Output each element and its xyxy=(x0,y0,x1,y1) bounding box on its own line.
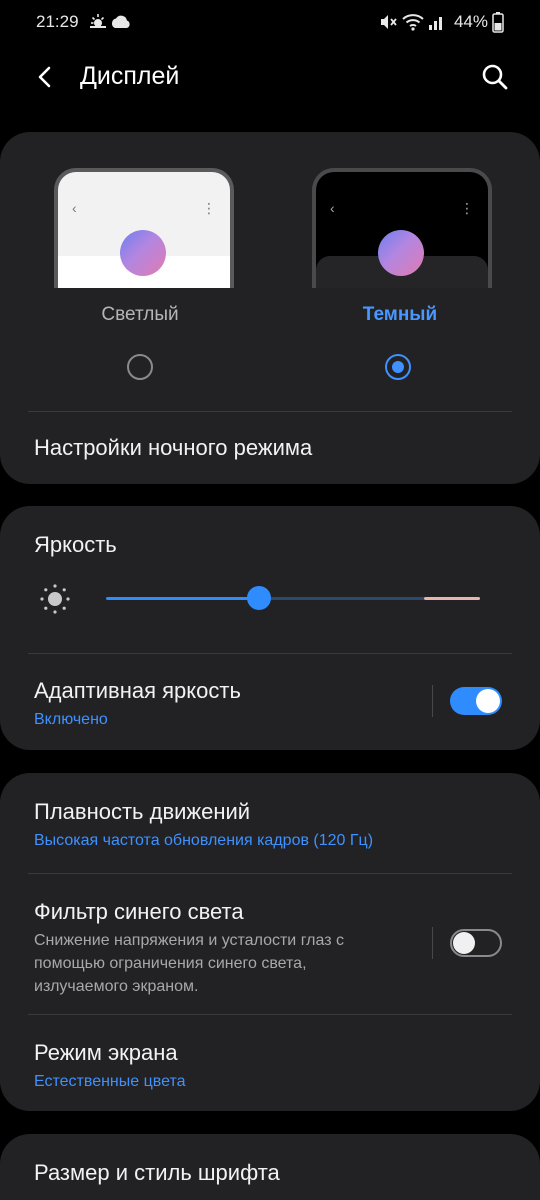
status-bar: 21:29 44% xyxy=(0,0,540,46)
cloud-icon xyxy=(111,15,130,28)
brightness-slider-fill xyxy=(106,597,259,600)
wifi-icon xyxy=(402,14,424,31)
status-icons: 44% xyxy=(378,10,504,34)
adaptive-brightness-status: Включено xyxy=(34,711,108,728)
preview-menu-icon: ⋮ xyxy=(460,200,474,216)
brightness-slider-rest xyxy=(259,597,424,600)
night-mode-settings[interactable]: Настройки ночного режима xyxy=(34,435,312,461)
screen-mode-value: Естественные цвета xyxy=(34,1073,186,1090)
sun-icon xyxy=(40,584,70,614)
page-title: Дисплей xyxy=(80,62,180,90)
brightness-title: Яркость xyxy=(34,532,117,557)
motion-smoothness-value: Высокая частота обновления кадров (120 Г… xyxy=(34,832,374,849)
font-card: Размер и стиль шрифта xyxy=(0,1134,540,1200)
light-theme-label: Светлый xyxy=(101,304,179,325)
brightness-extra-range xyxy=(424,597,480,600)
preview-gradient-circle xyxy=(378,230,424,276)
display-options-card: Плавность движений Высокая частота обнов… xyxy=(0,773,540,1111)
back-arrow-icon[interactable] xyxy=(28,60,62,94)
preview-menu-icon: ⋮ xyxy=(202,200,216,216)
font-size-style-title[interactable]: Размер и стиль шрифта xyxy=(34,1160,280,1186)
preview-gradient-circle xyxy=(120,230,166,276)
screen-mode-title[interactable]: Режим экрана xyxy=(34,1040,178,1066)
dark-theme-radio[interactable] xyxy=(385,354,411,380)
motion-smoothness-title[interactable]: Плавность движений xyxy=(34,799,250,825)
dark-theme-preview[interactable]: ‹ ⋮ xyxy=(312,168,492,288)
adaptive-brightness-title[interactable]: Адаптивная яркость xyxy=(34,678,241,704)
battery-percent: 44% xyxy=(453,12,488,31)
preview-back-icon: ‹ xyxy=(330,200,335,216)
light-theme-preview[interactable]: ‹ ⋮ xyxy=(54,168,234,288)
light-theme-radio[interactable] xyxy=(127,354,153,380)
blue-light-filter-toggle[interactable] xyxy=(450,929,502,957)
search-icon[interactable] xyxy=(478,60,512,94)
weather-sun-cloud-icon xyxy=(90,14,130,28)
preview-back-icon: ‹ xyxy=(72,200,77,216)
brightness-slider-track[interactable] xyxy=(106,597,480,600)
display-settings-screen: 21:29 44% Дисплей ‹ ⋮ ‹ ⋮ Светлый Темный… xyxy=(0,0,540,1200)
blue-light-filter-desc: Снижение напряжения и усталости глаз с п… xyxy=(34,932,345,995)
adaptive-brightness-toggle[interactable] xyxy=(450,687,502,715)
status-time: 21:29 xyxy=(36,12,79,31)
blue-light-filter-title[interactable]: Фильтр синего света xyxy=(34,899,244,925)
brightness-slider-thumb[interactable] xyxy=(247,586,271,610)
theme-card: ‹ ⋮ ‹ ⋮ Светлый Темный Настройки ночного… xyxy=(0,132,540,484)
mute-icon xyxy=(380,15,397,29)
app-bar: Дисплей xyxy=(0,46,540,108)
signal-icon xyxy=(428,17,442,30)
dark-theme-label: Темный xyxy=(362,304,438,325)
battery-icon xyxy=(492,12,504,33)
brightness-card: Яркость Адаптивная яркость Включено xyxy=(0,506,540,750)
